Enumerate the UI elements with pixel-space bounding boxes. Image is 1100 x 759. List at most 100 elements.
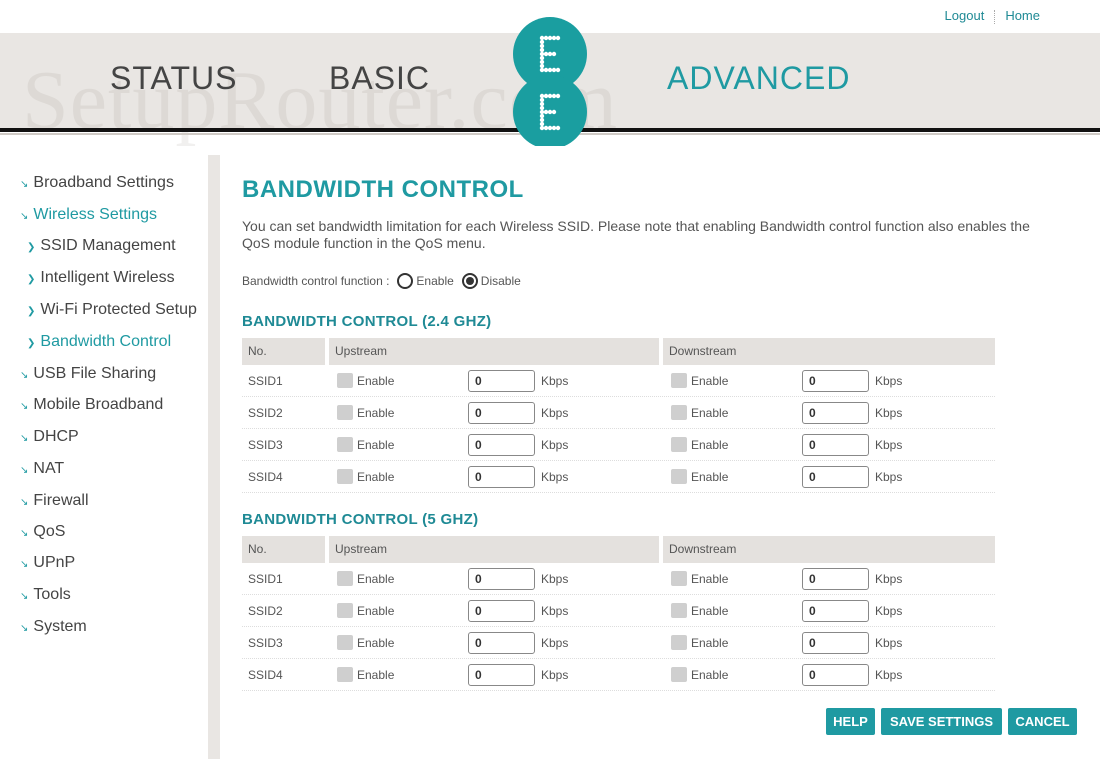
downstream-unit: Kbps xyxy=(875,437,903,452)
upstream-enable-checkbox[interactable] xyxy=(337,405,353,420)
downstream-kbps-input[interactable]: 0 xyxy=(802,599,869,622)
upstream-enable-checkbox[interactable] xyxy=(337,667,353,682)
nav-basic[interactable]: BASIC xyxy=(329,60,430,97)
downstream-enable-checkbox[interactable] xyxy=(671,667,687,682)
header-downstream: Downstream xyxy=(663,338,995,365)
sidebar-item-label: QoS xyxy=(33,523,66,540)
header-upstream: Upstream xyxy=(329,338,659,365)
downstream-unit: Kbps xyxy=(875,571,903,586)
upstream-enable-label: Enable xyxy=(357,667,395,682)
arrow-icon: ↘ xyxy=(20,591,29,602)
downstream-enable-label: Enable xyxy=(691,469,729,484)
sidebar-item-intelligent-wireless[interactable]: ❯ Intelligent Wireless xyxy=(27,269,175,287)
sidebar-item-tools[interactable]: ↘ Tools xyxy=(20,586,71,604)
sidebar-item-label: USB File Sharing xyxy=(33,365,157,382)
help-button[interactable]: HELP xyxy=(826,708,875,735)
downstream-enable-label: Enable xyxy=(691,571,729,586)
upstream-kbps-input[interactable]: 0 xyxy=(468,369,535,392)
upstream-unit: Kbps xyxy=(541,373,569,388)
sidebar-item-qos[interactable]: ↘ QoS xyxy=(20,523,65,541)
arrow-icon: ↘ xyxy=(20,401,29,412)
downstream-enable-checkbox[interactable] xyxy=(671,635,687,650)
table-row: SSID3 Enable 0 Kbps Enable 0 Kbps xyxy=(242,627,995,659)
upstream-enable-checkbox[interactable] xyxy=(337,437,353,452)
ssid-label: SSID3 xyxy=(248,635,283,650)
downstream-enable-checkbox[interactable] xyxy=(671,571,687,586)
upstream-kbps-input[interactable]: 0 xyxy=(468,433,535,456)
sidebar-item-label: Mobile Broadband xyxy=(33,396,164,413)
enable-radio[interactable] xyxy=(397,273,414,289)
sidebar-item-dhcp[interactable]: ↘ DHCP xyxy=(20,428,79,446)
ee-logo[interactable] xyxy=(512,16,588,146)
downstream-kbps-input[interactable]: 0 xyxy=(802,433,869,456)
ssid-label: SSID4 xyxy=(248,469,283,484)
downstream-kbps-input[interactable]: 0 xyxy=(802,465,869,488)
sidebar-item-label: System xyxy=(33,618,87,635)
sidebar-item-label: SSID Management xyxy=(40,237,176,254)
downstream-enable-label: Enable xyxy=(691,667,729,682)
downstream-enable-checkbox[interactable] xyxy=(671,469,687,484)
logout-link[interactable]: Logout xyxy=(945,8,985,23)
upstream-kbps-input[interactable]: 0 xyxy=(468,401,535,424)
downstream-kbps-input[interactable]: 0 xyxy=(802,369,869,392)
table-row: SSID3 Enable 0 Kbps Enable 0 Kbps xyxy=(242,429,995,461)
nav-status[interactable]: STATUS xyxy=(110,60,237,97)
sidebar-item-mobile-broadband[interactable]: ↘ Mobile Broadband xyxy=(20,396,163,414)
sidebar-item-wifi-protected-setup[interactable]: ❯ Wi-Fi Protected Setup xyxy=(27,301,197,319)
downstream-unit: Kbps xyxy=(875,469,903,484)
arrow-icon: ↘ xyxy=(20,433,29,444)
table-row: SSID4 Enable 0 Kbps Enable 0 Kbps xyxy=(242,461,995,493)
sidebar-item-upnp[interactable]: ↘ UPnP xyxy=(20,554,75,572)
cancel-button[interactable]: CANCEL xyxy=(1008,708,1077,735)
downstream-enable-checkbox[interactable] xyxy=(671,405,687,420)
upstream-enable-checkbox[interactable] xyxy=(337,571,353,586)
sidebar-item-usb-file-sharing[interactable]: ↘ USB File Sharing xyxy=(20,365,156,383)
downstream-enable-checkbox[interactable] xyxy=(671,603,687,618)
upstream-enable-checkbox[interactable] xyxy=(337,373,353,388)
downstream-kbps-input[interactable]: 0 xyxy=(802,631,869,654)
downstream-enable-checkbox[interactable] xyxy=(671,373,687,388)
downstream-kbps-input[interactable]: 0 xyxy=(802,401,869,424)
upstream-enable-label: Enable xyxy=(357,635,395,650)
sidebar-item-label: UPnP xyxy=(33,554,76,571)
home-link[interactable]: Home xyxy=(1005,8,1040,23)
upstream-kbps-input[interactable]: 0 xyxy=(468,465,535,488)
sidebar-item-ssid-management[interactable]: ❯ SSID Management xyxy=(27,237,176,255)
sidebar-item-bandwidth-control[interactable]: ❯ Bandwidth Control xyxy=(27,333,171,351)
ssid-label: SSID4 xyxy=(248,667,283,682)
disable-radio[interactable] xyxy=(461,273,478,289)
sidebar-item-label: Firewall xyxy=(33,492,89,509)
top-links: Logout Home xyxy=(945,8,1040,24)
downstream-kbps-input[interactable]: 0 xyxy=(802,663,869,686)
sidebar-item-label: Intelligent Wireless xyxy=(40,269,175,286)
upstream-kbps-input[interactable]: 0 xyxy=(468,631,535,654)
sidebar-item-label: Bandwidth Control xyxy=(40,333,172,350)
sidebar-item-firewall[interactable]: ↘ Firewall xyxy=(20,492,89,510)
upstream-kbps-input[interactable]: 0 xyxy=(468,599,535,622)
sidebar-item-nat[interactable]: ↘ NAT xyxy=(20,460,64,478)
chevron-right-icon: ❯ xyxy=(27,306,36,317)
upstream-enable-label: Enable xyxy=(357,571,395,586)
upstream-kbps-input[interactable]: 0 xyxy=(468,663,535,686)
sidebar-item-system[interactable]: ↘ System xyxy=(20,618,87,636)
upstream-unit: Kbps xyxy=(541,405,569,420)
sidebar-item-broadband-settings[interactable]: ↘ Broadband Settings xyxy=(20,174,174,192)
arrow-icon: ↘ xyxy=(20,211,29,222)
ssid-label: SSID3 xyxy=(248,437,283,452)
downstream-enable-checkbox[interactable] xyxy=(671,437,687,452)
section-heading-24ghz: BANDWIDTH CONTROL (2.4 GHZ) xyxy=(242,313,492,330)
upstream-enable-checkbox[interactable] xyxy=(337,635,353,650)
ssid-label: SSID1 xyxy=(248,571,283,586)
upstream-enable-checkbox[interactable] xyxy=(337,603,353,618)
upstream-enable-label: Enable xyxy=(357,373,395,388)
table-header: No. Upstream Downstream xyxy=(242,338,995,365)
sidebar-item-wireless-settings[interactable]: ↘ Wireless Settings xyxy=(20,206,157,224)
nav-advanced[interactable]: ADVANCED xyxy=(667,60,850,97)
sidebar-item-label: Wi-Fi Protected Setup xyxy=(40,301,197,318)
upstream-enable-checkbox[interactable] xyxy=(337,469,353,484)
downstream-kbps-input[interactable]: 0 xyxy=(802,567,869,590)
table-5ghz: No. Upstream Downstream SSID1 Enable 0 K… xyxy=(242,536,995,691)
upstream-kbps-input[interactable]: 0 xyxy=(468,567,535,590)
save-settings-button[interactable]: SAVE SETTINGS xyxy=(881,708,1002,735)
upstream-enable-label: Enable xyxy=(357,437,395,452)
